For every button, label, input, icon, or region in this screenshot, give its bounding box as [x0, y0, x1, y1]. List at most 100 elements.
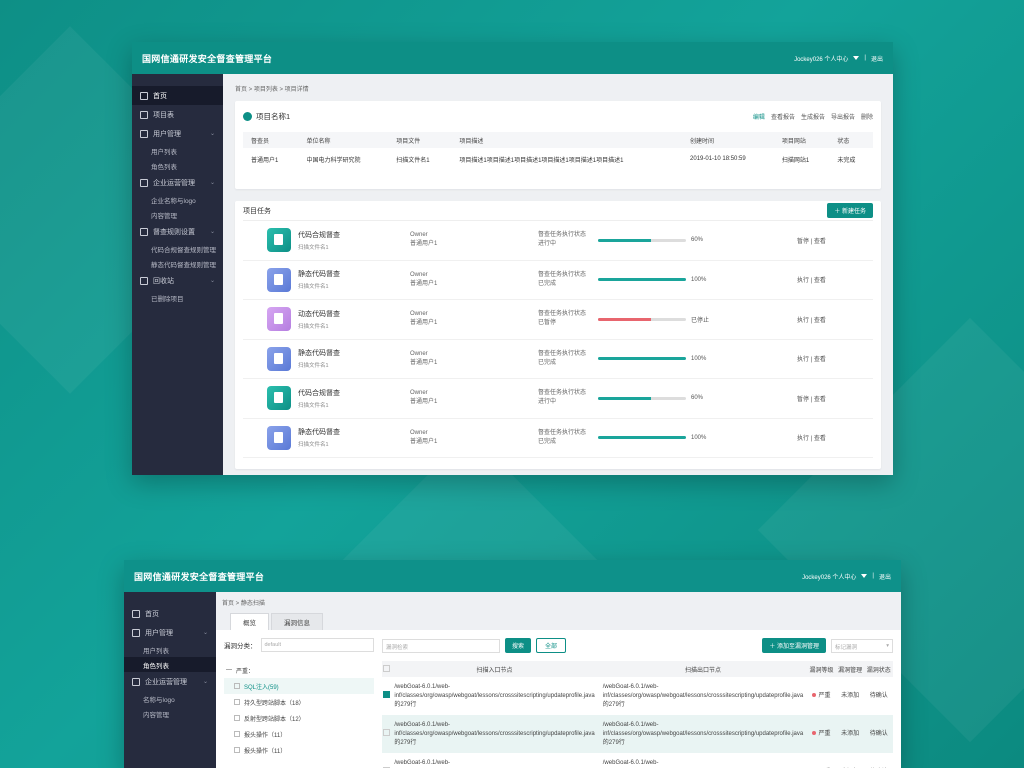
logout-link[interactable]: 退出 [871, 54, 883, 63]
tree-item[interactable]: 持久型跨站脚本（18） [224, 694, 374, 710]
sb2-item-1[interactable]: 用户管理 ⌄ [124, 623, 216, 642]
sb2-subitem[interactable]: 角色列表 [124, 657, 216, 672]
task-ops[interactable]: 执行 | 查看 [797, 275, 826, 284]
tree-item[interactable]: SQL注入(59) [224, 678, 374, 694]
breadcrumb[interactable]: 首页 > 项目列表 > 项目详情 [235, 84, 881, 93]
new-task-button[interactable]: ＋ 新建任务 [827, 203, 873, 218]
chevron-down-icon: ⌄ [202, 630, 208, 636]
task-section-title: 项目任务 [243, 207, 271, 215]
nav-label: 督查规则设置 [153, 228, 195, 236]
sb2-subitem[interactable]: 内容管理 [124, 706, 216, 721]
category-input[interactable]: default [260, 638, 374, 652]
file-icon [234, 715, 240, 721]
sb1-subitem[interactable]: 角色列表 [132, 158, 223, 173]
sb1-subitem[interactable]: 内容管理 [132, 207, 223, 222]
tree-item[interactable]: 报头操作（11） [224, 742, 374, 758]
project-action-2[interactable]: 生成报告 [801, 112, 825, 121]
search-button[interactable]: 搜索 [505, 638, 532, 653]
breadcrumb-2[interactable]: 首页 > 静态扫描 [222, 598, 901, 607]
filter-label: 漏洞分类： [224, 643, 257, 650]
status-label: 督查任务执行状态 [538, 311, 587, 318]
user-name[interactable]: Jockey026 个人中心 [794, 54, 848, 63]
table-row[interactable]: /webGoat-6.0.1/web-inf/classes/org/owasp… [382, 677, 893, 715]
progress-text: 100% [691, 434, 707, 441]
sb1-item-5[interactable]: 回收站 ⌄ [132, 271, 223, 290]
table-row[interactable]: /webGoat-6.0.1/web-inf/classes/org/owasp… [382, 715, 893, 753]
main-content-2: 首页 > 静态扫描 概览 漏洞信息 漏洞分类： default — 严重： SQL… [216, 592, 901, 768]
sb1-subitem[interactable]: 用户列表 [132, 143, 223, 158]
tree-item[interactable]: 报头操作（11） [224, 726, 374, 742]
logout-link-2[interactable]: 退出 [879, 572, 891, 581]
sb1-subitem[interactable]: 已删除项目 [132, 290, 223, 305]
nav-label: 用户管理 [145, 629, 173, 637]
sb1-item-2[interactable]: 用户管理 ⌄ [132, 124, 223, 143]
sb1-item-1[interactable]: 项目表 [132, 105, 223, 124]
file-icon [234, 731, 240, 737]
tab-0[interactable]: 概览 [230, 613, 269, 630]
task-file: 扫描文件名1 [298, 284, 329, 291]
sb1-subitem[interactable]: 企业名称与logo [132, 192, 223, 207]
progress-bar [598, 396, 686, 400]
menu-icon [132, 609, 140, 618]
menu-icon [140, 276, 148, 285]
exit-node: /webGoat-6.0.1/web-inf/classes/org/owasp… [602, 759, 659, 766]
task-card: 项目任务 ＋ 新建任务 代码合规督查 扫描文件名1 Owner 普通用户1 督查任务执行… [235, 201, 881, 469]
menu-icon [140, 227, 148, 236]
nav-label: 企业运营管理 [153, 179, 195, 187]
task-ops[interactable]: 执行 | 查看 [797, 315, 826, 324]
mark-vuln-select[interactable]: 标记漏洞 ▾ [831, 638, 893, 653]
all-button[interactable]: 全部 [536, 638, 567, 653]
tree-item[interactable]: 反射型跨站脚本（12） [224, 710, 374, 726]
tree-group[interactable]: — 严重： [224, 662, 374, 678]
user-name-2[interactable]: Jockey026 个人中心 [802, 572, 856, 581]
owner-value: 普通用户1 [410, 399, 438, 406]
sb1-subitem[interactable]: 静态代码督查规则管理 [132, 256, 223, 271]
project-table: 督查员 单位名称 项目文件 项目描述 创建时间 项目网站 状态 普通用户1 中国电力科学研究院… [243, 132, 873, 170]
task-file: 扫描文件名1 [298, 402, 329, 409]
sb2-subitem[interactable]: 名称与logo [124, 691, 216, 706]
task-ops[interactable]: 暂停 | 查看 [797, 394, 826, 403]
task-ops[interactable]: 暂停 | 查看 [797, 236, 826, 245]
sb2-item-0[interactable]: 首页 [124, 604, 216, 623]
project-action-0[interactable]: 编辑 [753, 112, 765, 121]
project-action-4[interactable]: 删除 [861, 112, 873, 121]
severity-dot-icon [812, 692, 817, 697]
project-action-3[interactable]: 导出报告 [831, 112, 855, 121]
chevron-down-icon[interactable] [853, 56, 860, 60]
row-checkbox[interactable] [382, 728, 390, 736]
dynamic-icon [267, 307, 291, 332]
owner-value: 普通用户1 [410, 241, 438, 248]
checkbox[interactable] [382, 664, 390, 672]
status-value: 进行中 [538, 399, 557, 406]
project-action-1[interactable]: 查看报告 [771, 112, 795, 121]
entry-node: /webGoat-6.0.1/web-inf/classes/org/owasp… [394, 759, 451, 766]
chevron-down-icon[interactable] [861, 574, 868, 578]
select-all-header[interactable] [382, 661, 391, 677]
column-header: 漏洞等级 [807, 661, 836, 677]
task-name: 静态代码督查 [298, 429, 340, 437]
sb1-item-4[interactable]: 督查规则设置 ⌄ [132, 222, 223, 241]
user-menu-2[interactable]: Jockey026 个人中心 | 退出 [802, 572, 891, 581]
progress-bar [598, 238, 686, 242]
app-title-2: 国网信通研发安全督查管理平台 [134, 571, 265, 582]
sb2-item-2[interactable]: 企业运营管理 ⌄ [124, 672, 216, 691]
task-ops[interactable]: 执行 | 查看 [797, 354, 826, 363]
code-doc-icon [267, 346, 291, 371]
vuln-search-input[interactable]: 漏洞检索 [382, 638, 500, 653]
tab-1[interactable]: 漏洞信息 [271, 613, 323, 630]
sb1-item-3[interactable]: 企业运营管理 ⌄ [132, 173, 223, 192]
sb2-subitem[interactable]: 用户列表 [124, 642, 216, 657]
sb1-item-0[interactable]: 首页 [132, 86, 223, 105]
add-to-vuln-mgmt-button[interactable]: ＋ 添加至漏洞管理 [762, 638, 826, 653]
sb1-subitem[interactable]: 代码合规督查规则管理 [132, 241, 223, 256]
task-file: 扫描文件名1 [298, 244, 329, 251]
chevron-down-icon: ⌄ [202, 679, 208, 685]
table-row[interactable]: /webGoat-6.0.1/web-inf/classes/org/owasp… [382, 753, 893, 768]
task-ops[interactable]: 执行 | 查看 [797, 433, 826, 442]
owner-value: 普通用户1 [410, 280, 438, 287]
user-menu[interactable]: Jockey026 个人中心 | 退出 [794, 54, 883, 63]
row-checkbox[interactable] [382, 690, 390, 698]
scan-panel: 漏洞分类： default — 严重： SQL注入(59) 持久型跨站脚本（18）… [216, 630, 901, 768]
column-header: 督查员 [243, 132, 299, 148]
column-header: 扫描入口节点 [390, 661, 599, 677]
